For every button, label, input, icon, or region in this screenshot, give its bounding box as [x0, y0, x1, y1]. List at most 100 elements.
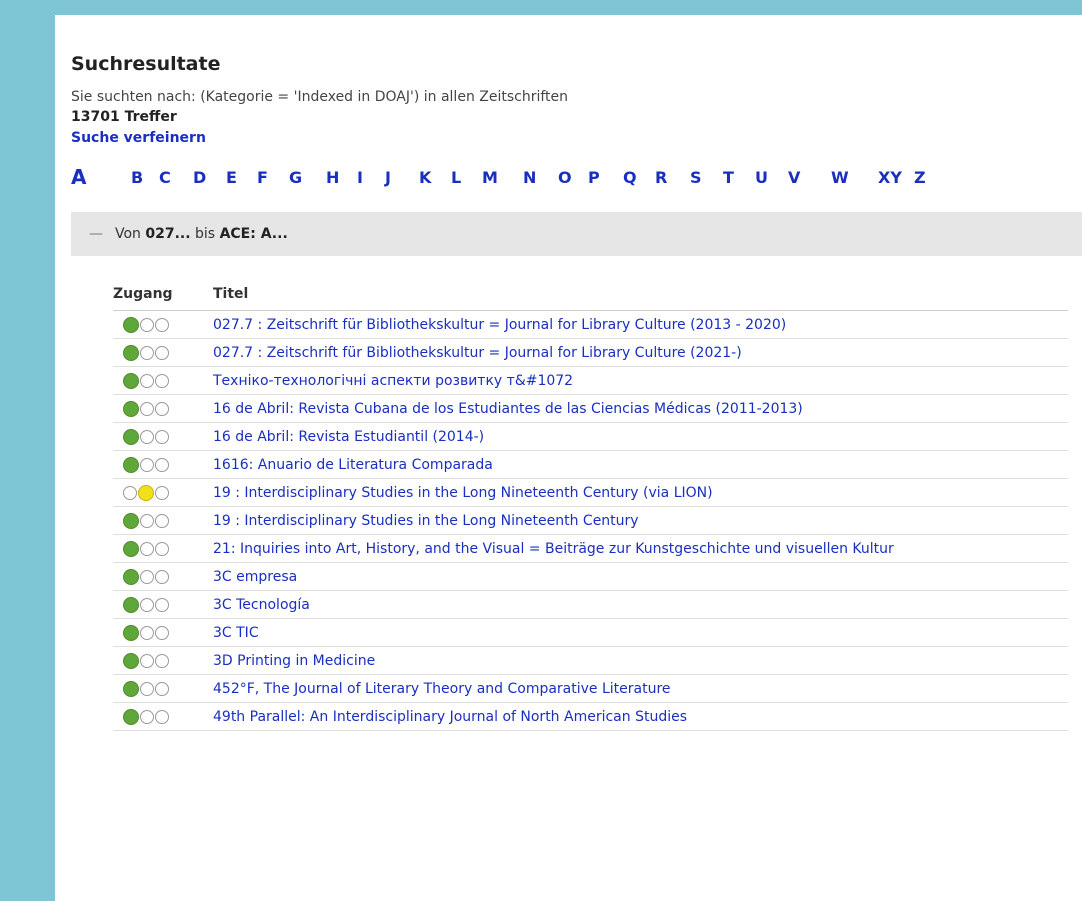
table-row: 19 : Interdisciplinary Studies in the Lo… [113, 478, 1068, 507]
journal-title-link[interactable]: 16 de Abril: Revista Cubana de los Estud… [213, 401, 803, 417]
title-cell: 3C Tecnología [213, 590, 1068, 619]
alpha-link-b[interactable]: B [131, 168, 143, 187]
title-cell: 16 de Abril: Revista Estudiantil (2014-) [213, 422, 1068, 451]
empty-light-icon [155, 373, 169, 388]
access-indicator [113, 478, 213, 507]
access-indicator [113, 366, 213, 395]
access-indicator [113, 562, 213, 591]
empty-light-icon [140, 625, 154, 640]
alpha-link-a[interactable]: A [71, 165, 86, 189]
access-indicator [113, 422, 213, 451]
journal-title-link[interactable]: 21: Inquiries into Art, History, and the… [213, 541, 894, 557]
access-indicator [113, 534, 213, 563]
title-cell: 1616: Anuario de Literatura Comparada [213, 450, 1068, 479]
title-cell: 452°F, The Journal of Literary Theory an… [213, 674, 1068, 703]
table-row: 027.7 : Zeitschrift für Bibliothekskultu… [113, 338, 1068, 367]
empty-light-icon [155, 625, 169, 640]
empty-light-icon [140, 345, 154, 360]
journal-title-link[interactable]: 3C empresa [213, 569, 297, 585]
journal-title-link[interactable]: 49th Parallel: An Interdisciplinary Jour… [213, 709, 687, 725]
green-light-icon [123, 624, 139, 641]
table-header-row: Zugang Titel [113, 284, 1068, 311]
access-indicator [113, 394, 213, 423]
empty-light-icon [155, 681, 169, 696]
alpha-link-e[interactable]: E [226, 168, 237, 187]
table-row: 452°F, The Journal of Literary Theory an… [113, 674, 1068, 703]
refine-search-link[interactable]: Suche verfeinern [71, 128, 206, 148]
alpha-link-q[interactable]: Q [623, 168, 637, 187]
access-indicator [113, 590, 213, 619]
green-light-icon [123, 372, 139, 389]
title-cell: 3C TIC [213, 618, 1068, 647]
table-row: 49th Parallel: An Interdisciplinary Jour… [113, 702, 1068, 731]
alpha-link-j[interactable]: J [385, 168, 391, 187]
journal-title-link[interactable]: 3C TIC [213, 625, 259, 641]
green-light-icon [123, 708, 139, 725]
page: Suchresultate Sie suchten nach: (Kategor… [55, 15, 1082, 901]
alpha-link-m[interactable]: M [482, 168, 498, 187]
table-row: 3C TIC [113, 618, 1068, 647]
alpha-link-i[interactable]: I [357, 168, 363, 187]
alpha-link-z[interactable]: Z [914, 168, 926, 187]
empty-light-icon [155, 597, 169, 612]
journal-title-link[interactable]: 19 : Interdisciplinary Studies in the Lo… [213, 513, 639, 529]
section-header[interactable]: — Von 027... bis ACE: A... [71, 212, 1082, 256]
alpha-link-u[interactable]: U [755, 168, 768, 187]
green-light-icon [123, 400, 139, 417]
green-light-icon [123, 680, 139, 697]
journal-title-link[interactable]: 16 de Abril: Revista Estudiantil (2014-) [213, 429, 484, 445]
alpha-link-k[interactable]: K [419, 168, 431, 187]
alpha-link-r[interactable]: R [655, 168, 667, 187]
alpha-link-xy[interactable]: XY [878, 168, 902, 187]
empty-light-icon [140, 709, 154, 724]
journal-title-link[interactable]: 452°F, The Journal of Literary Theory an… [213, 681, 671, 697]
empty-light-icon [155, 541, 169, 556]
results-body: 027.7 : Zeitschrift für Bibliothekskultu… [113, 310, 1068, 731]
table-row: 3D Printing in Medicine [113, 646, 1068, 675]
journal-title-link[interactable]: 19 : Interdisciplinary Studies in the Lo… [213, 485, 713, 501]
column-header-access: Zugang [113, 284, 213, 311]
table-row: 3C empresa [113, 562, 1068, 591]
access-indicator [113, 450, 213, 479]
title-cell: 49th Parallel: An Interdisciplinary Jour… [213, 702, 1068, 731]
title-cell: 3C empresa [213, 562, 1068, 591]
results-table: Zugang Titel 027.7 : Zeitschrift für Bib… [113, 284, 1068, 731]
alpha-link-l[interactable]: L [451, 168, 461, 187]
section-from: 027... [145, 226, 191, 242]
green-light-icon [123, 456, 139, 473]
alpha-link-n[interactable]: N [523, 168, 536, 187]
journal-title-link[interactable]: 027.7 : Zeitschrift für Bibliothekskultu… [213, 345, 742, 361]
access-indicator [113, 702, 213, 731]
empty-light-icon [155, 569, 169, 584]
search-description: Sie suchten nach: (Kategorie = 'Indexed … [71, 89, 569, 105]
alpha-link-h[interactable]: H [326, 168, 339, 187]
title-cell: 027.7 : Zeitschrift für Bibliothekskultu… [213, 310, 1068, 339]
empty-light-icon [155, 709, 169, 724]
section-middle: bis [195, 226, 216, 242]
title-cell: Техніко-технологічні аспекти розвитку т&… [213, 366, 1068, 395]
alpha-link-s[interactable]: S [690, 168, 702, 187]
journal-title-link[interactable]: Техніко-технологічні аспекти розвитку т&… [213, 373, 573, 389]
title-cell: 19 : Interdisciplinary Studies in the Lo… [213, 478, 1068, 507]
alpha-link-w[interactable]: W [831, 168, 849, 187]
alpha-link-f[interactable]: F [257, 168, 268, 187]
journal-title-link[interactable]: 3D Printing in Medicine [213, 653, 375, 669]
empty-light-icon [140, 597, 154, 612]
alpha-link-v[interactable]: V [788, 168, 800, 187]
title-cell: 21: Inquiries into Art, History, and the… [213, 534, 1068, 563]
access-indicator [113, 506, 213, 535]
alpha-link-o[interactable]: O [558, 168, 572, 187]
empty-light-icon [155, 513, 169, 528]
content: Suchresultate Sie suchten nach: (Kategor… [71, 53, 1082, 731]
alpha-link-t[interactable]: T [723, 168, 734, 187]
alpha-link-c[interactable]: C [159, 168, 171, 187]
journal-title-link[interactable]: 1616: Anuario de Literatura Comparada [213, 457, 493, 473]
alpha-link-g[interactable]: G [289, 168, 302, 187]
empty-light-icon [155, 401, 169, 416]
journal-title-link[interactable]: 027.7 : Zeitschrift für Bibliothekskultu… [213, 317, 786, 333]
alpha-link-d[interactable]: D [193, 168, 206, 187]
journal-title-link[interactable]: 3C Tecnología [213, 597, 310, 613]
empty-light-icon [140, 457, 154, 472]
minus-icon[interactable]: — [89, 226, 103, 242]
alpha-link-p[interactable]: P [588, 168, 600, 187]
